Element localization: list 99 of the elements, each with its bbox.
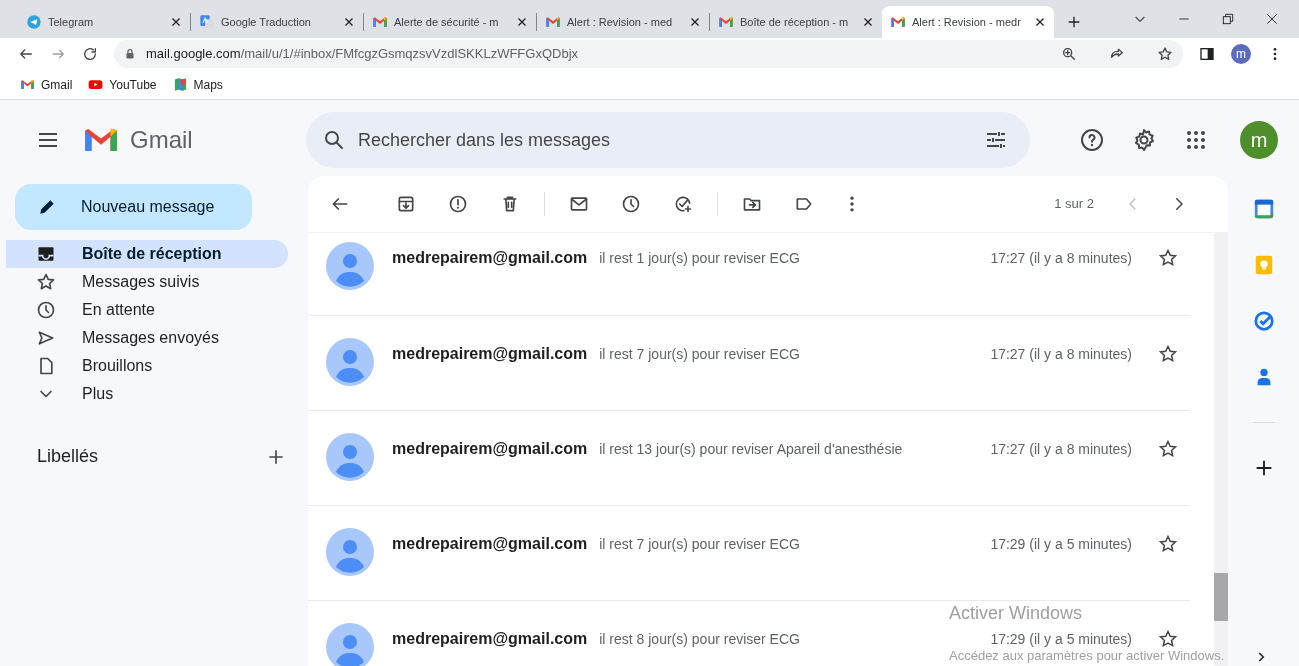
close-icon[interactable] [1034,16,1046,28]
message-subject: il rest 1 jour(s) pour reviser ECG [599,248,801,268]
nav-item[interactable]: Messages suivis [6,268,288,296]
alert-icon[interactable] [448,194,468,214]
sender-name[interactable]: medrepairem@gmail.com [392,437,588,461]
labels-heading: Libellés [37,445,99,468]
play-icon [88,77,104,92]
reload-icon[interactable] [82,46,98,62]
archive-icon[interactable] [396,194,416,214]
star-icon[interactable] [1158,344,1178,364]
tab-title: Google Traduction [221,14,312,30]
nav-item[interactable]: En attente [6,296,288,324]
tab-title: Alerte de sécurité - m [394,14,500,30]
message-time: 17:27 (il y a 8 minutes) [990,439,1132,459]
envelope-icon[interactable] [569,194,589,214]
profile-avatar[interactable]: m [1231,44,1251,64]
clock-icon [36,300,56,320]
calendar-icon[interactable] [1252,198,1275,220]
message-time: 17:29 (il y a 5 minutes) [990,534,1132,554]
star-icon [36,272,56,292]
tab-title: Alert : Revision - med [567,14,674,30]
sender-name[interactable]: medrepairem@gmail.com [392,627,588,651]
search-icon [322,128,346,152]
restore-icon[interactable] [1221,12,1235,26]
send-icon [36,328,56,348]
nav-item[interactable]: Messages envoyés [6,324,288,352]
lock-icon [124,48,136,60]
sender-name[interactable]: medrepairem@gmail.com [392,532,588,556]
bookmark-link[interactable]: YouTube [88,75,157,94]
message-subject: il rest 8 jour(s) pour reviser ECG [599,629,801,649]
close-icon[interactable] [343,16,355,28]
message-time: 17:27 (il y a 8 minutes) [990,344,1132,364]
envelope-m-icon [545,14,561,30]
translate-icon [199,14,215,30]
browser-tab[interactable]: Alerte de sécurité - m [364,6,536,38]
scrollbar-thumb[interactable] [1214,573,1228,621]
url-text: mail.google.com/mail/u/1/#inbox/FMfcgzGsmqzsvVzdlSKKLzWFFGxQDbjx [146,45,579,64]
star-icon[interactable] [1158,534,1178,554]
message-time: 17:27 (il y a 8 minutes) [990,248,1132,268]
star-icon[interactable] [1157,46,1173,62]
sender-name[interactable]: medrepairem@gmail.com [392,246,588,270]
star-icon[interactable] [1158,629,1178,649]
nav-item[interactable]: Boîte de réception [6,240,288,268]
envelope-m-icon [718,14,734,30]
message-subject: il rest 7 jour(s) pour reviser ECG [599,534,801,554]
avatar-icon [326,242,374,290]
clock-icon[interactable] [621,194,641,214]
message-time: 17:29 (il y a 5 minutes) [990,629,1132,649]
new-tab-icon[interactable] [1066,14,1082,30]
envelope-m-icon [890,14,906,30]
check-plus-icon[interactable] [673,194,693,214]
close-icon[interactable] [1265,12,1279,26]
browser-tab[interactable]: Alert : Revision - medr [882,6,1054,38]
settings-icon[interactable] [1132,128,1156,152]
avatar-icon [326,623,374,666]
browser-tab[interactable]: Google Traduction [191,6,363,38]
apps-grid-icon[interactable] [1184,128,1208,152]
tab-title: Boîte de réception - m [740,14,850,30]
star-icon[interactable] [1158,439,1178,459]
map-pin-icon [172,77,188,92]
browser-tab[interactable]: Alert : Revision - med [537,6,709,38]
avatar-icon [326,528,374,576]
paper-plane-icon [26,14,42,30]
gmail-logo-text: Gmail [130,125,194,155]
message-subject: il rest 7 jour(s) pour reviser ECG [599,344,801,364]
message-subject: il rest 13 jour(s) pour reviser Apareil d'anesthésie [599,439,904,459]
pagination-text: 1 sur 2 [1054,195,1094,214]
task-check-icon[interactable] [1252,310,1275,332]
nav-item[interactable]: Brouillons [6,352,288,380]
zoom-in-icon[interactable] [1061,46,1077,62]
sender-name[interactable]: medrepairem@gmail.com [392,342,588,366]
close-icon[interactable] [170,16,182,28]
search-bar[interactable]: Rechercher dans les messages [306,112,1030,168]
close-icon[interactable] [516,16,528,28]
search-field[interactable]: Rechercher dans les messages [358,126,972,154]
compose-button[interactable]: Nouveau message [15,184,252,230]
activation-notice-title: Activer Windows [949,603,1084,623]
browser-tab[interactable]: Telegram [18,6,190,38]
close-icon[interactable] [862,16,874,28]
back-arrow-icon[interactable] [18,46,34,62]
side-panel-icon[interactable] [1199,46,1215,62]
address-bar[interactable]: mail.google.com/mail/u/1/#inbox/FMfcgzGsmqzsvVzdlSKKLzWFFGxQDbjx [114,40,1183,68]
bookmark-link[interactable]: Gmail [20,75,73,94]
help-icon[interactable] [1080,128,1104,152]
bookmark-link[interactable]: Maps [172,75,223,94]
inbox-icon [36,244,56,264]
envelope-m-icon [20,77,35,92]
account-avatar[interactable]: m [1240,121,1278,159]
star-icon[interactable] [1158,248,1178,268]
tab-title: Alert : Revision - medr [912,14,1022,30]
envelope-m-icon [372,14,388,30]
avatar-icon [326,433,374,481]
nav-item[interactable]: Plus [6,380,288,408]
avatar-icon [326,338,374,386]
activation-notice-text: Accédez aux paramètres pour activer Windows. [949,648,1225,663]
tab-title: Telegram [48,14,95,30]
close-icon[interactable] [689,16,701,28]
browser-tab[interactable]: Boîte de réception - m [710,6,882,38]
pencil-icon [37,197,57,217]
